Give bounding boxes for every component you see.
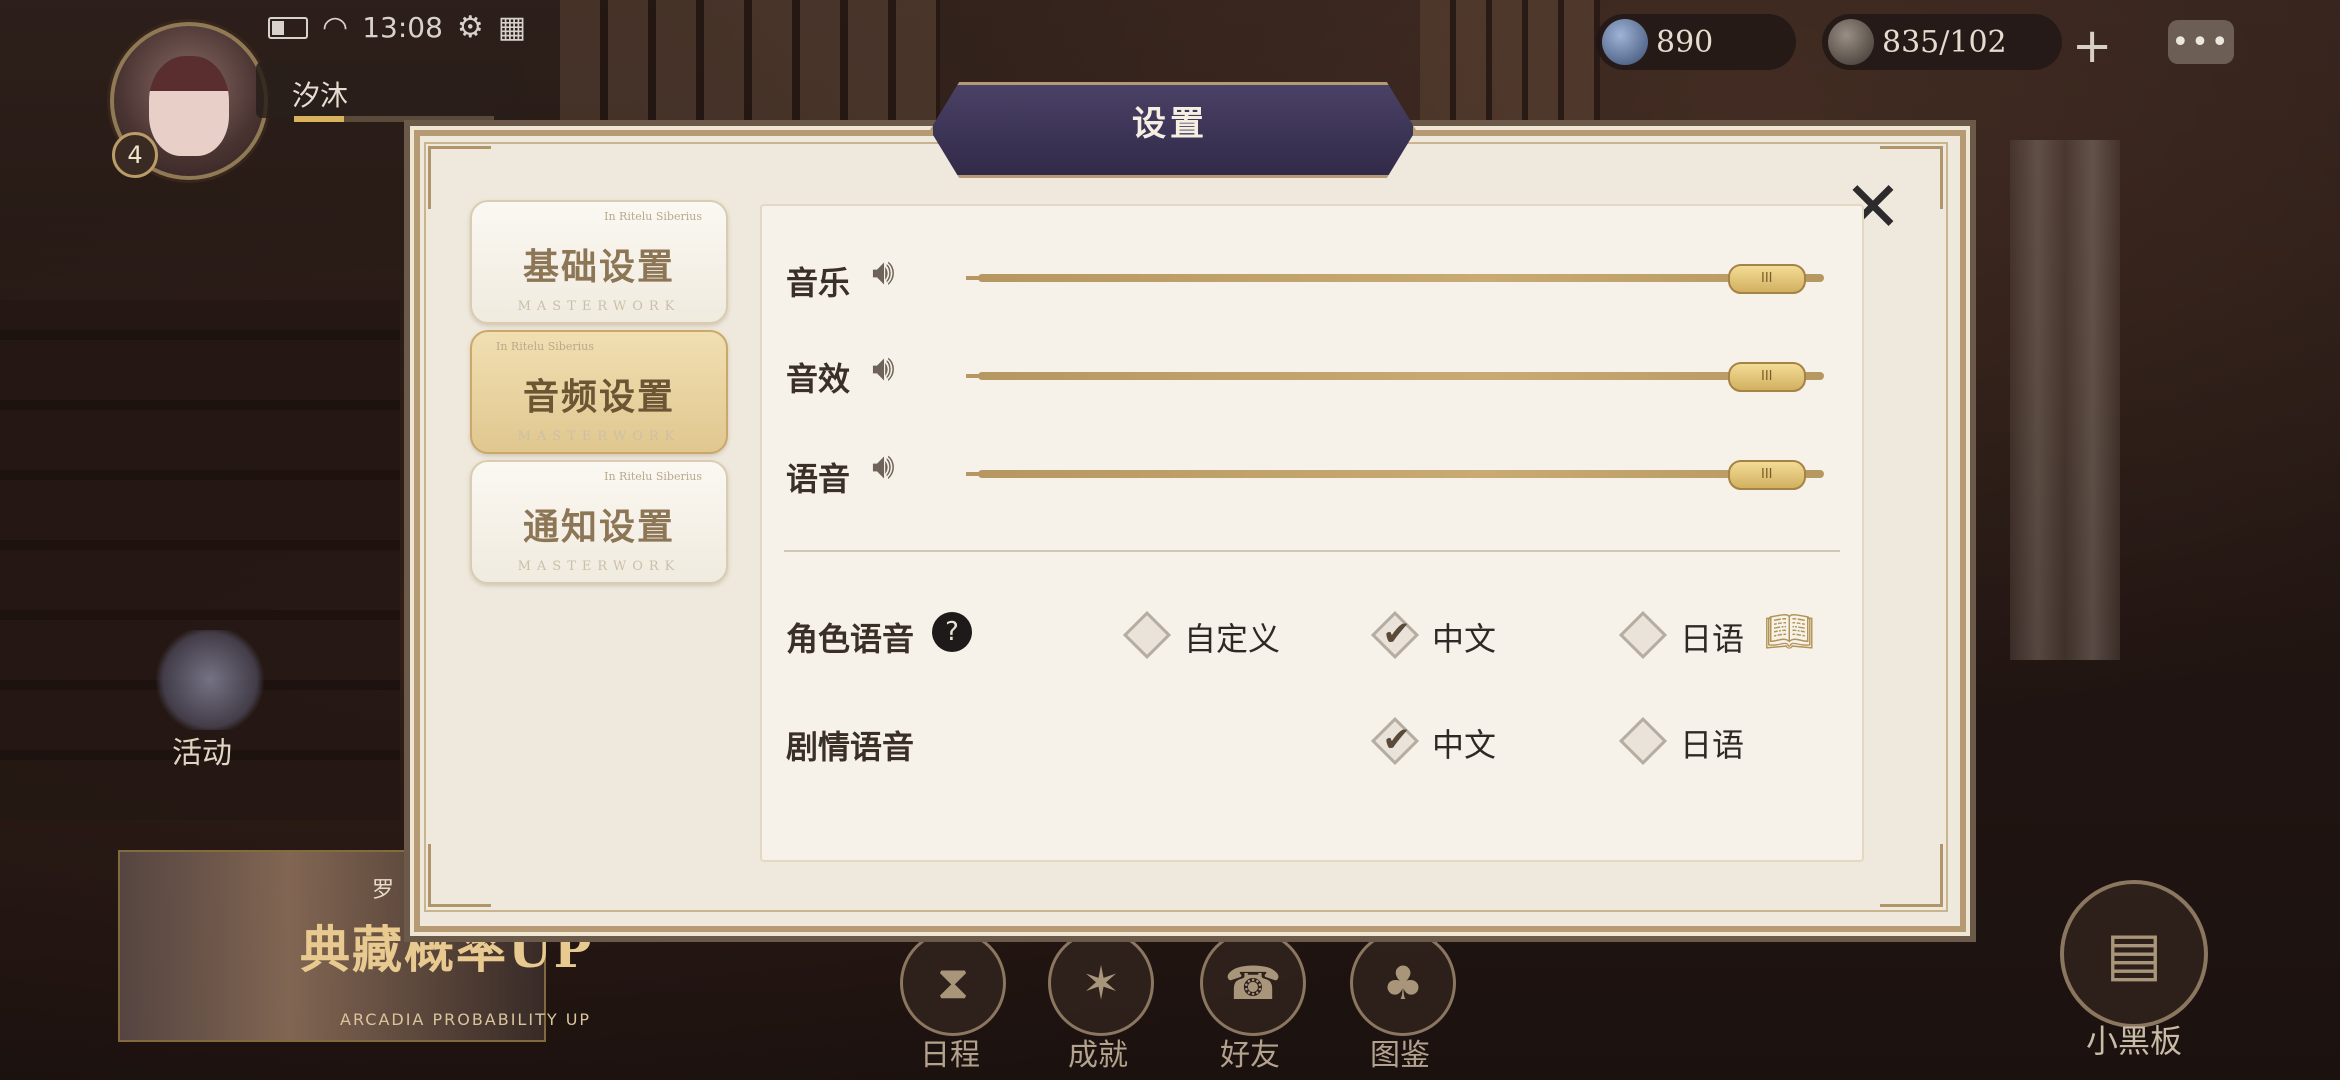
tab-subcaption: MASTERWORK [517,559,681,574]
banner-subtitle: ARCADIA PROBABILITY UP [340,1010,592,1029]
tab-label: 基础设置 [522,246,675,288]
speaker-icon: 🔊︎ [872,252,895,293]
speaker-icon: 🔊︎ [872,348,895,389]
tab-top-caption: In Ritelu Siberius [604,470,702,483]
phone-icon: ☎ [1224,956,1282,1010]
character-voice-label: 角色语音 [786,620,915,658]
corner-ornament [428,146,491,209]
tab-audio-settings[interactable]: In Ritelu Siberius 音频设置 MASTERWORK [470,330,728,454]
achievement-button[interactable]: ✶ [1048,930,1154,1036]
tree-icon: ♣ [1382,956,1424,1010]
stamina-count: 835/102 [1882,24,2007,60]
tab-top-caption: In Ritelu Siberius [496,340,594,353]
tab-basic-settings[interactable]: In Ritelu Siberius 基础设置 MASTERWORK [470,200,728,324]
settings-gear-icon[interactable]: ⚙ [457,10,484,45]
experience-bar [294,116,494,122]
option-chinese-label[interactable]: 中文 [1432,614,1496,660]
corner-ornament [1880,844,1943,907]
gem-counter[interactable]: 890 [1596,14,1796,70]
status-bar: ◠ 13:08 ⚙ ▦ [268,10,526,45]
blackboard-icon: ▤ [2105,919,2163,989]
calendar-check-icon[interactable]: ▦ [498,10,526,45]
tab-subcaption: MASTERWORK [517,429,681,444]
more-button[interactable]: ••• [2168,20,2234,64]
section-divider [784,550,1840,552]
friends-button[interactable]: ☎ [1200,930,1306,1036]
blackboard-label: 小黑板 [2086,1022,2183,1060]
schedule-button[interactable]: ⧗ [900,930,1006,1036]
tab-subcaption: MASTERWORK [517,299,681,314]
sfx-label: 音效 [786,360,851,398]
option-custom-label[interactable]: 自定义 [1184,614,1280,660]
speaker-icon: 🔊︎ [872,446,895,487]
candle-icon [1828,19,1874,65]
player-level-badge: 4 [112,132,158,178]
music-slider-handle[interactable]: III [1727,264,1806,294]
voice-label: 语音 [786,460,851,498]
story-voice-label: 剧情语音 [786,728,915,766]
option-japanese-label[interactable]: 日语 [1680,614,1744,660]
activity-label: 活动 [172,736,232,771]
tab-top-caption: In Ritelu Siberius [604,210,702,223]
story-option-chinese-label[interactable]: 中文 [1432,720,1496,766]
voice-slider-handle[interactable]: III [1727,460,1806,490]
add-stamina-button[interactable]: + [2072,18,2112,74]
wifi-icon: ◠ [322,10,349,45]
codex-label: 图鉴 [1370,1038,1430,1073]
sfx-slider-handle[interactable]: III [1727,362,1806,392]
tab-notification-settings[interactable]: In Ritelu Siberius 通知设置 MASTERWORK [470,460,728,584]
music-volume-slider[interactable] [966,274,1824,282]
player-name: 汐沐 [292,79,349,112]
sfx-volume-slider[interactable] [966,372,1824,380]
voice-volume-slider[interactable] [966,470,1824,478]
achievement-label: 成就 [1068,1038,1128,1073]
banner-tag: 罗 [372,878,395,903]
avatar-portrait [149,56,229,156]
clock: 13:08 [362,11,443,44]
stamina-counter[interactable]: 835/102 [1822,14,2062,70]
corner-ornament [428,844,491,907]
codex-button[interactable]: ♣ [1350,930,1456,1036]
tab-label: 通知设置 [522,506,675,548]
blackboard-button[interactable]: ▤ [2060,880,2208,1028]
story-option-japanese-label[interactable]: 日语 [1680,720,1744,766]
gem-count: 890 [1656,24,1714,60]
battery-icon [268,16,308,39]
gem-icon [1602,19,1648,65]
book-icon[interactable]: 📖︎ [1764,612,1820,652]
tab-label: 音频设置 [522,376,675,418]
hourglass-icon: ⧗ [936,955,970,1009]
dialog-title: 设置 [1132,104,1208,144]
star-icon: ✶ [1081,956,1121,1010]
friends-label: 好友 [1220,1038,1280,1073]
music-label: 音乐 [786,264,851,302]
help-icon[interactable]: ? [932,612,972,652]
activity-icon[interactable] [150,630,270,730]
schedule-label: 日程 [920,1038,980,1073]
